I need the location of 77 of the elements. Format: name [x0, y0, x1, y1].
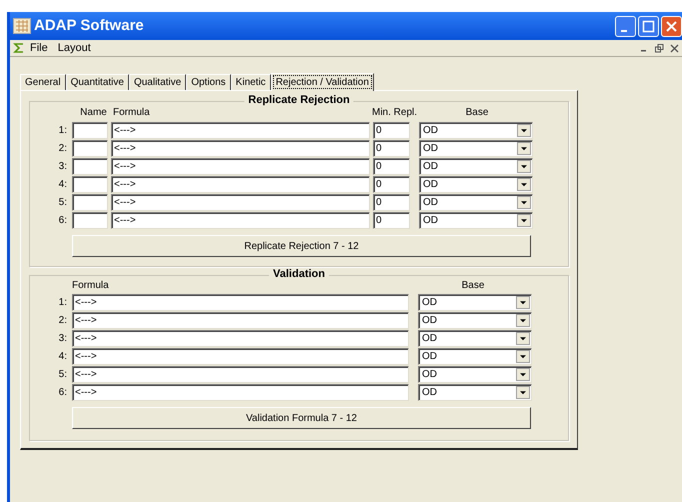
formula-field[interactable]: <---> [111, 194, 370, 211]
name-field[interactable] [72, 140, 108, 157]
row-number: 1: [58, 124, 67, 138]
row-number: 4: [58, 350, 67, 364]
formula-field[interactable]: <---> [72, 366, 409, 383]
formula-field[interactable]: <---> [111, 158, 370, 175]
base-dropdown[interactable]: OD [418, 294, 532, 311]
name-field[interactable] [72, 158, 108, 175]
base-dropdown[interactable]: OD [418, 312, 532, 329]
base-dropdown[interactable]: OD [419, 212, 533, 229]
app-icon [13, 18, 31, 34]
column-header: Base [460, 279, 486, 293]
base-dropdown[interactable]: OD [419, 194, 533, 211]
min-repl-field[interactable]: 0 [373, 140, 410, 157]
formula-field[interactable]: <---> [72, 384, 409, 401]
validation-formula-button[interactable]: Validation Formula 7 - 12 [72, 407, 531, 429]
base-dropdown[interactable]: OD [419, 158, 533, 175]
formula-field[interactable]: <---> [72, 312, 409, 329]
tab[interactable]: Options [186, 74, 231, 90]
close-button[interactable] [661, 16, 682, 36]
name-field[interactable] [72, 194, 108, 211]
row-number: 2: [58, 314, 67, 328]
tab[interactable]: Rejection / Validation [270, 73, 374, 91]
restore-icon[interactable] [655, 44, 664, 52]
base-dropdown[interactable]: OD [419, 122, 533, 139]
minimize-button[interactable] [615, 16, 636, 36]
name-field[interactable] [72, 122, 108, 139]
formula-field[interactable]: <---> [111, 140, 370, 157]
row-number: 2: [58, 142, 67, 156]
column-header: Formula [72, 279, 110, 293]
window-title: ADAP Software [34, 16, 145, 36]
column-header: Formula [113, 106, 151, 120]
formula-field[interactable]: <---> [111, 176, 370, 193]
group-title: Validation [269, 269, 329, 280]
row-number: 5: [58, 368, 67, 382]
row-number: 3: [58, 332, 67, 346]
name-field[interactable] [72, 212, 108, 229]
column-header: Min. Repl. [372, 106, 418, 120]
maximize-icon [642, 20, 655, 32]
min-repl-field[interactable]: 0 [373, 212, 410, 229]
formula-field[interactable]: <---> [72, 294, 409, 311]
row-number: 5: [58, 196, 67, 210]
maximize-button[interactable] [638, 16, 659, 36]
base-dropdown[interactable]: OD [419, 176, 533, 193]
sigma-icon [13, 42, 25, 54]
min-repl-field[interactable]: 0 [373, 122, 410, 139]
row-number: 4: [58, 178, 67, 192]
minimize-icon [621, 30, 627, 32]
tab[interactable]: General [20, 74, 66, 90]
tab[interactable]: Qualitative [128, 74, 186, 90]
row-number: 6: [58, 214, 67, 228]
tab[interactable]: Kinetic [230, 74, 271, 90]
name-field[interactable] [72, 176, 108, 193]
base-dropdown[interactable]: OD [418, 330, 532, 347]
base-dropdown[interactable]: OD [418, 366, 532, 383]
menu-item[interactable]: File [25, 40, 53, 56]
base-dropdown[interactable]: OD [419, 140, 533, 157]
tab[interactable]: Quantitative [66, 74, 129, 90]
group-title: Replicate Rejection [244, 95, 354, 106]
row-number: 3: [58, 160, 67, 174]
menu-item[interactable]: Layout [52, 40, 96, 56]
close-icon [665, 20, 678, 32]
base-dropdown[interactable]: OD [418, 348, 532, 365]
min-repl-field[interactable]: 0 [373, 176, 410, 193]
formula-field[interactable]: <---> [111, 122, 370, 139]
replicate-rejection-button[interactable]: Replicate Rejection 7 - 12 [72, 235, 531, 257]
formula-field[interactable]: <---> [72, 330, 409, 347]
min-repl-field[interactable]: 0 [373, 158, 410, 175]
formula-field[interactable]: <---> [111, 212, 370, 229]
min-repl-field[interactable]: 0 [373, 194, 410, 211]
row-number: 1: [58, 296, 67, 310]
column-header: Name [79, 106, 108, 120]
row-number: 6: [58, 386, 67, 400]
close-icon[interactable] [670, 44, 679, 52]
column-header: Base [464, 106, 490, 120]
base-dropdown[interactable]: OD [418, 384, 532, 401]
formula-field[interactable]: <---> [72, 348, 409, 365]
